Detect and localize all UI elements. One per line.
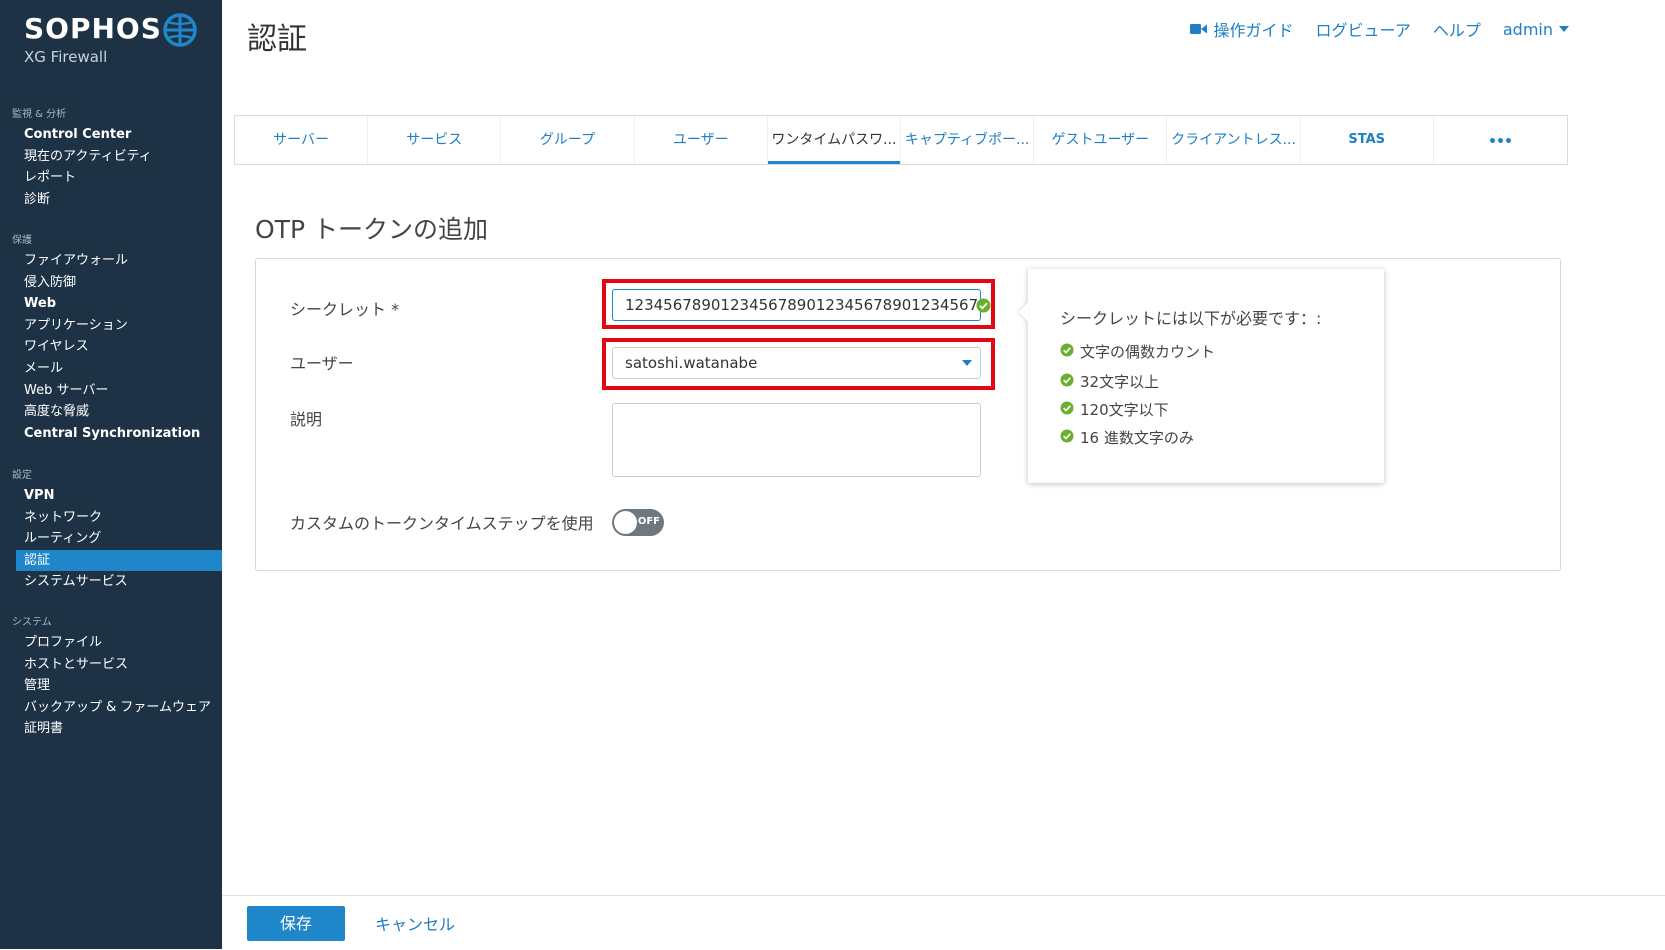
nav-section-configure: 設定 VPN ネットワーク ルーティング 認証 システムサービス bbox=[0, 467, 222, 593]
guide-link[interactable]: 操作ガイド bbox=[1190, 17, 1293, 41]
log-viewer-link[interactable]: ログビューア bbox=[1315, 17, 1410, 41]
chevron-down-icon bbox=[1559, 26, 1569, 32]
nav-item-hosts-services[interactable]: ホストとサービス bbox=[0, 654, 222, 676]
description-label: 説明 bbox=[290, 410, 323, 429]
nav-item-authentication[interactable]: 認証 bbox=[16, 549, 222, 572]
nav-section-header: システム bbox=[12, 617, 52, 628]
nav-section-header: 監視 & 分析 bbox=[12, 109, 67, 120]
requirement-text: 32文字以上 bbox=[1080, 373, 1160, 391]
check-icon bbox=[1060, 343, 1074, 361]
secret-label: シークレット * bbox=[290, 300, 400, 319]
brand-name: SOPHOS bbox=[24, 12, 162, 45]
globe-icon bbox=[162, 12, 198, 52]
tab-services[interactable]: サービス bbox=[368, 116, 502, 164]
check-icon bbox=[1060, 373, 1074, 391]
nav-item-vpn[interactable]: VPN bbox=[0, 485, 222, 507]
tab-users[interactable]: ユーザー bbox=[635, 116, 768, 164]
nav-item-firewall[interactable]: ファイアウォール bbox=[0, 250, 222, 272]
nav-item-email[interactable]: メール bbox=[0, 358, 222, 380]
tab-servers[interactable]: サーバー bbox=[235, 116, 369, 164]
nav-item-profiles[interactable]: プロファイル bbox=[0, 632, 222, 654]
tab-more[interactable] bbox=[1434, 116, 1567, 164]
nav-item-backup-firmware[interactable]: バックアップ & ファームウェア bbox=[0, 697, 222, 719]
tab-clientless[interactable]: クライアントレス... bbox=[1167, 116, 1301, 164]
check-icon bbox=[1060, 429, 1074, 447]
user-label: ユーザー bbox=[290, 354, 354, 373]
more-icon bbox=[1489, 137, 1511, 143]
chevron-down-icon bbox=[962, 360, 972, 366]
secret-requirements-tooltip: シークレットには以下が必要です：: 文字の偶数カウント 32文字以上 120文字… bbox=[1028, 269, 1384, 483]
nav-item-web-server[interactable]: Web サーバー bbox=[0, 380, 222, 402]
nav-item-current-activity[interactable]: 現在のアクティビティ bbox=[0, 146, 222, 168]
custom-timestep-toggle[interactable]: OFF bbox=[612, 509, 664, 536]
tab-guest-users[interactable]: ゲストユーザー bbox=[1034, 116, 1168, 164]
requirement-text: 文字の偶数カウント bbox=[1080, 343, 1216, 361]
form-title: OTP トークンの追加 bbox=[255, 215, 488, 244]
nav-section-protect: 保護 ファイアウォール 侵入防御 Web アプリケーション ワイヤレス メール … bbox=[0, 232, 222, 444]
valid-check-icon bbox=[976, 298, 991, 317]
tab-bar: サーバー サービス グループ ユーザー ワンタイムパスワ... キャプティブポー… bbox=[234, 115, 1568, 165]
page-title: 認証 bbox=[247, 22, 307, 57]
tab-groups[interactable]: グループ bbox=[501, 116, 635, 164]
requirement-item: 文字の偶数カウント bbox=[1060, 341, 1215, 362]
nav-item-administration[interactable]: 管理 bbox=[0, 675, 222, 697]
sidebar: SOPHOS XG Firewall 監視 & 分析 Control Cente… bbox=[0, 0, 222, 949]
nav-item-certificates[interactable]: 証明書 bbox=[0, 718, 222, 740]
save-button[interactable]: 保存 bbox=[247, 906, 345, 941]
user-menu-label: admin bbox=[1502, 19, 1553, 39]
requirement-item: 120文字以下 bbox=[1060, 399, 1169, 420]
tooltip-title: シークレットには以下が必要です：: bbox=[1060, 309, 1322, 328]
nav-section-header: 設定 bbox=[12, 470, 32, 481]
brand-logo[interactable]: SOPHOS XG Firewall bbox=[24, 12, 162, 66]
nav-item-wireless[interactable]: ワイヤレス bbox=[0, 336, 222, 358]
nav-item-network[interactable]: ネットワーク bbox=[0, 507, 222, 529]
nav-item-system-services[interactable]: システムサービス bbox=[0, 571, 222, 593]
nav-section-monitor: 監視 & 分析 Control Center 現在のアクティビティ レポート 診… bbox=[0, 106, 222, 210]
user-select[interactable]: satoshi.watanabe bbox=[612, 347, 981, 379]
tab-stas[interactable]: STAS bbox=[1301, 116, 1434, 164]
product-name: XG Firewall bbox=[24, 48, 108, 66]
guide-link-label: 操作ガイド bbox=[1213, 21, 1294, 40]
requirement-item: 16 進数文字のみ bbox=[1060, 427, 1194, 448]
nav-item-applications[interactable]: アプリケーション bbox=[0, 315, 222, 337]
check-icon bbox=[1060, 401, 1074, 419]
toggle-knob bbox=[614, 511, 637, 534]
nav-item-diagnostics[interactable]: 診断 bbox=[0, 189, 222, 211]
tab-captive-portal[interactable]: キャプティブポー... bbox=[901, 116, 1035, 164]
nav-item-advanced-threat[interactable]: 高度な脅威 bbox=[0, 401, 222, 423]
tab-one-time-password[interactable]: ワンタイムパスワ... bbox=[767, 116, 902, 164]
requirement-text: 16 進数文字のみ bbox=[1080, 429, 1194, 447]
nav-item-control-center[interactable]: Control Center bbox=[0, 124, 222, 146]
user-select-value: satoshi.watanabe bbox=[625, 354, 758, 372]
requirement-item: 32文字以上 bbox=[1060, 371, 1159, 392]
nav-item-web[interactable]: Web bbox=[0, 293, 222, 315]
top-links: 操作ガイド ログビューア ヘルプ admin bbox=[1190, 17, 1569, 41]
requirement-text: 120文字以下 bbox=[1080, 401, 1169, 419]
video-camera-icon bbox=[1190, 20, 1208, 39]
toggle-state: OFF bbox=[637, 516, 660, 527]
nav-section-header: 保護 bbox=[12, 235, 32, 246]
secret-input[interactable]: 1234567890123456789012345678901234567890… bbox=[612, 289, 981, 321]
nav-section-system: システム プロファイル ホストとサービス 管理 バックアップ & ファームウェア… bbox=[0, 614, 222, 740]
custom-timestep-label: カスタムのトークンタイムステップを使用 bbox=[290, 514, 594, 533]
help-link[interactable]: ヘルプ bbox=[1433, 17, 1481, 41]
description-textarea[interactable] bbox=[612, 403, 981, 477]
cancel-button[interactable]: キャンセル bbox=[375, 911, 455, 935]
nav-item-central-sync[interactable]: Central Synchronization bbox=[0, 423, 222, 445]
nav-item-routing[interactable]: ルーティング bbox=[0, 528, 222, 550]
user-menu[interactable]: admin bbox=[1503, 20, 1569, 39]
nav-item-ips[interactable]: 侵入防御 bbox=[0, 272, 222, 294]
nav-item-reports[interactable]: レポート bbox=[0, 167, 222, 189]
